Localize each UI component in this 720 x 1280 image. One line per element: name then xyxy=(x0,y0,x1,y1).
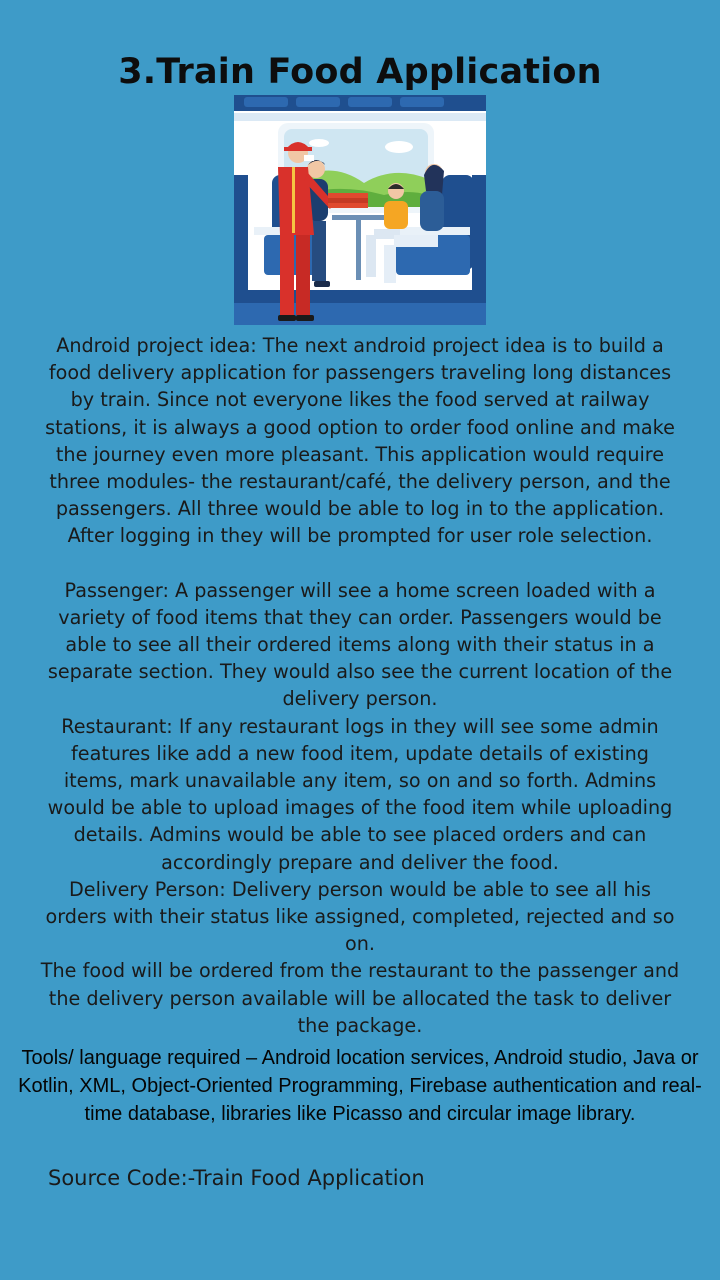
delivery-paragraph: Delivery Person: Delivery person would b… xyxy=(45,877,675,956)
page: { "title": "3.Train Food Application", "… xyxy=(0,0,720,1280)
project-description: Android project idea: The next android p… xyxy=(40,332,680,1039)
intro-paragraph: Android project idea: The next android p… xyxy=(45,334,675,548)
tools-required: Tools/ language required – Android locat… xyxy=(18,1047,702,1125)
restaurant-paragraph: Restaurant: If any restaurant logs in th… xyxy=(47,714,673,874)
flow-paragraph: The food will be ordered from the restau… xyxy=(40,959,680,1037)
passenger-paragraph: Passenger: A passenger will see a home s… xyxy=(47,578,673,711)
train-food-delivery-illustration xyxy=(234,95,486,325)
source-code-link[interactable]: Source Code:-Train Food Application xyxy=(48,1166,425,1190)
page-title: 3.Train Food Application xyxy=(118,52,602,92)
